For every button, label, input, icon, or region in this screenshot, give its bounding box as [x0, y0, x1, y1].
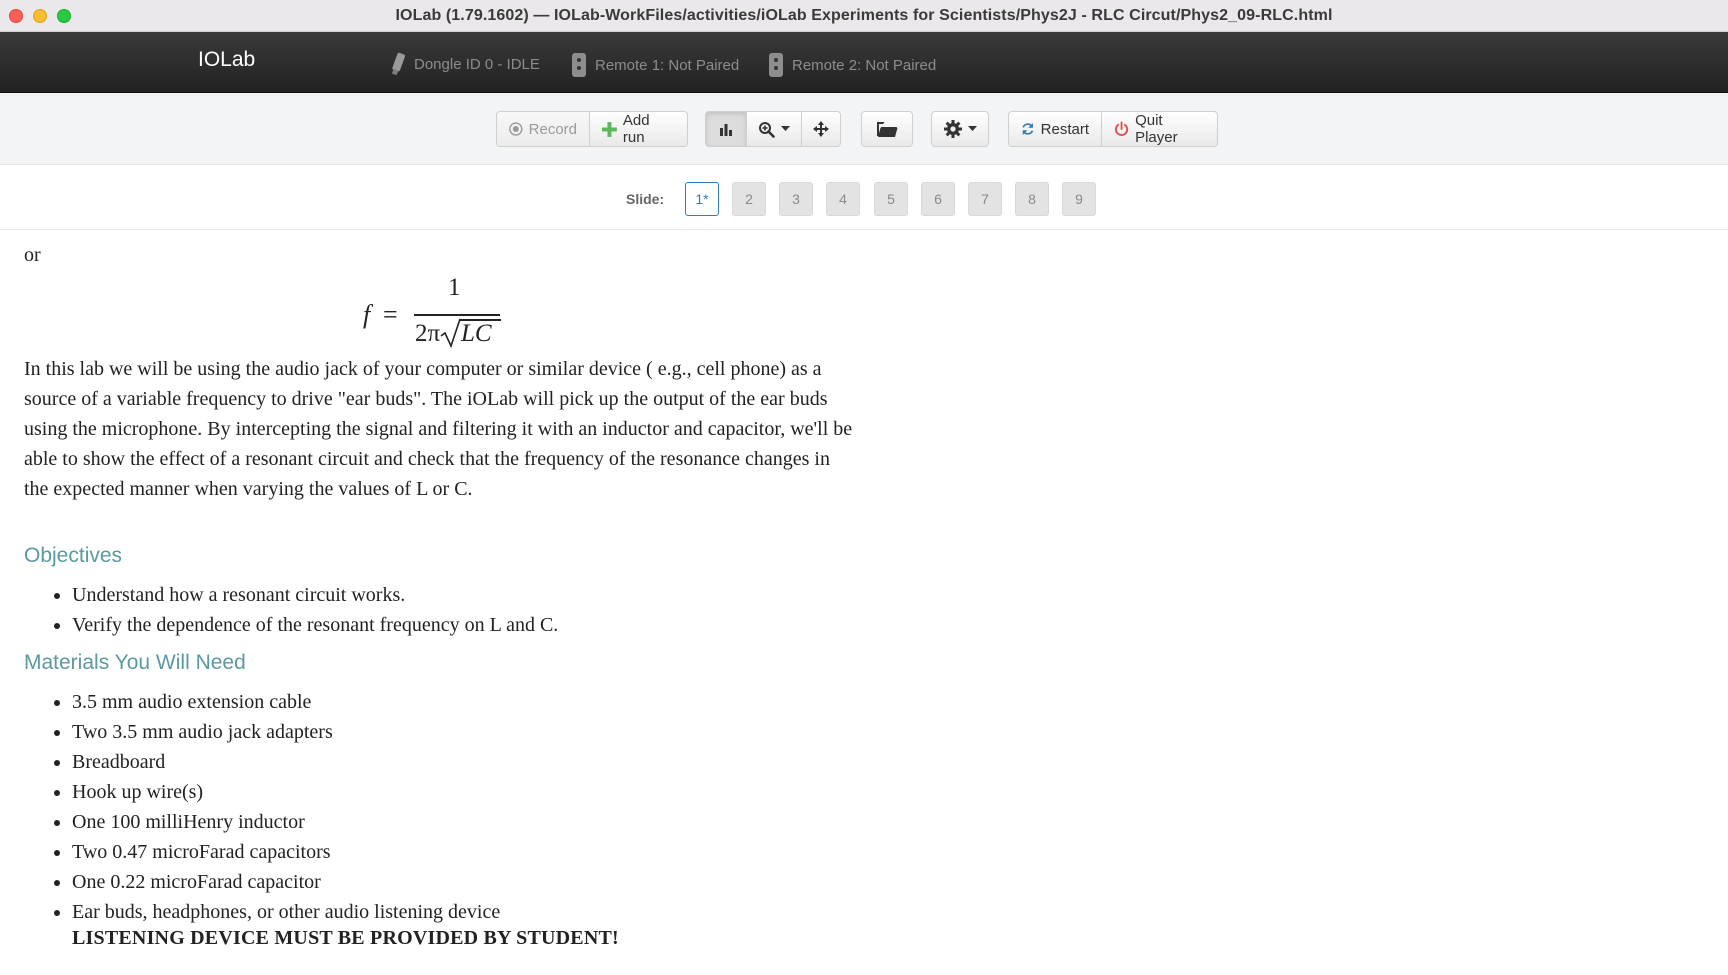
view-group [705, 111, 841, 147]
session-group: Restart Quit Player [1008, 111, 1218, 147]
caret-down-icon [967, 126, 977, 131]
window-title: IOLab (1.79.1602) — IOLab-WorkFiles/acti… [395, 6, 1333, 24]
zoom-icon [759, 121, 775, 138]
materials-list: 3.5 mm audio extension cable Two 3.5 mm … [24, 687, 500, 927]
file-group [861, 111, 913, 147]
toolbar: Record Add run Restart Quit Player [0, 93, 1728, 165]
formula-den-radicand: LC [461, 320, 492, 347]
slide-label: Slide: [626, 191, 665, 207]
list-item: Verify the dependence of the resonant fr… [72, 610, 558, 640]
formula-fraction-bar [414, 314, 500, 316]
slide-button-9[interactable]: 9 [1062, 182, 1096, 216]
move-icon [813, 121, 829, 137]
restart-button[interactable]: Restart [1008, 111, 1102, 147]
chart-view-button[interactable] [705, 111, 747, 147]
remote-1-label: Remote 1: Not Paired [595, 56, 740, 74]
resonance-formula: f = 1 2π LC [338, 274, 501, 354]
settings-dropdown-button[interactable] [931, 111, 989, 147]
record-group: Record Add run [496, 111, 688, 147]
list-item: Two 3.5 mm audio jack adapters [72, 717, 500, 747]
pan-button[interactable] [801, 111, 841, 147]
intro-paragraph: In this lab we will be using the audio j… [24, 358, 853, 500]
record-icon [509, 122, 523, 136]
slide-button-8[interactable]: 8 [1015, 182, 1049, 216]
refresh-icon [1022, 123, 1034, 135]
open-folder-button[interactable] [861, 111, 913, 147]
quit-player-label: Quit Player [1135, 112, 1178, 146]
caret-down-icon [781, 126, 790, 131]
list-item: Breadboard [72, 747, 500, 777]
list-item: One 0.22 microFarad capacitor [72, 867, 500, 897]
remote-icon [572, 53, 586, 77]
bar-chart-icon [720, 124, 732, 136]
text-or: or [24, 244, 41, 266]
formula-lhs: f [363, 300, 371, 329]
folder-icon [877, 121, 898, 137]
slide-button-3[interactable]: 3 [779, 182, 813, 216]
plus-icon [602, 121, 617, 137]
window-maximize-button[interactable] [57, 9, 71, 23]
record-button[interactable]: Record [496, 111, 590, 147]
objectives-list: Understand how a resonant circuit works.… [24, 580, 558, 640]
quit-player-button[interactable]: Quit Player [1101, 111, 1218, 147]
list-item: 3.5 mm audio extension cable [72, 687, 500, 717]
slide-button-6[interactable]: 6 [921, 182, 955, 216]
remote-2-label: Remote 2: Not Paired [792, 56, 937, 74]
slide-button-1[interactable]: 1* [685, 182, 719, 216]
dongle-status: Dongle ID 0 - IDLE [390, 52, 540, 76]
add-run-label: Add run [622, 112, 650, 146]
restart-label: Restart [1040, 120, 1089, 138]
remote-2-status: Remote 2: Not Paired [768, 52, 936, 78]
app-header: IOLab Dongle ID 0 - IDLE Remote 1: Not P… [0, 32, 1728, 93]
remote-1-status: Remote 1: Not Paired [571, 52, 739, 78]
formula-equals: = [383, 300, 398, 329]
remote-icon [769, 53, 783, 77]
power-icon [1114, 121, 1129, 136]
list-item: Understand how a resonant circuit works. [72, 580, 558, 610]
list-item: Two 0.47 microFarad capacitors [72, 837, 500, 867]
record-label: Record [528, 120, 577, 138]
app-brand: IOLab [198, 48, 256, 71]
window-minimize-button[interactable] [33, 9, 47, 23]
window-titlebar: IOLab (1.79.1602) — IOLab-WorkFiles/acti… [0, 0, 1728, 32]
slide-button-4[interactable]: 4 [826, 182, 860, 216]
materials-heading: Materials You Will Need [24, 651, 246, 674]
sqrt-radical-icon [440, 318, 461, 348]
gear-icon [943, 120, 962, 138]
window-close-button[interactable] [9, 9, 23, 23]
list-item: Ear buds, headphones, or other audio lis… [72, 897, 500, 927]
formula-den-prefix: 2π [415, 320, 441, 347]
add-run-button[interactable]: Add run [589, 111, 688, 147]
slide-button-5[interactable]: 5 [874, 182, 908, 216]
dongle-icon [391, 52, 405, 76]
list-item: Hook up wire(s) [72, 777, 500, 807]
slide-navigation: Slide: 1* 2 3 4 5 6 7 8 9 [0, 165, 1728, 230]
settings-group [931, 111, 989, 147]
objectives-heading: Objectives [24, 544, 123, 567]
warning-text: LISTENING DEVICE MUST BE PROVIDED BY STU… [72, 927, 619, 949]
slide-button-2[interactable]: 2 [732, 182, 766, 216]
list-item: One 100 milliHenry inductor [72, 807, 500, 837]
dongle-status-label: Dongle ID 0 - IDLE [414, 55, 540, 73]
slide-button-7[interactable]: 7 [968, 182, 1002, 216]
formula-numerator: 1 [448, 274, 461, 301]
zoom-dropdown-button[interactable] [746, 111, 802, 147]
